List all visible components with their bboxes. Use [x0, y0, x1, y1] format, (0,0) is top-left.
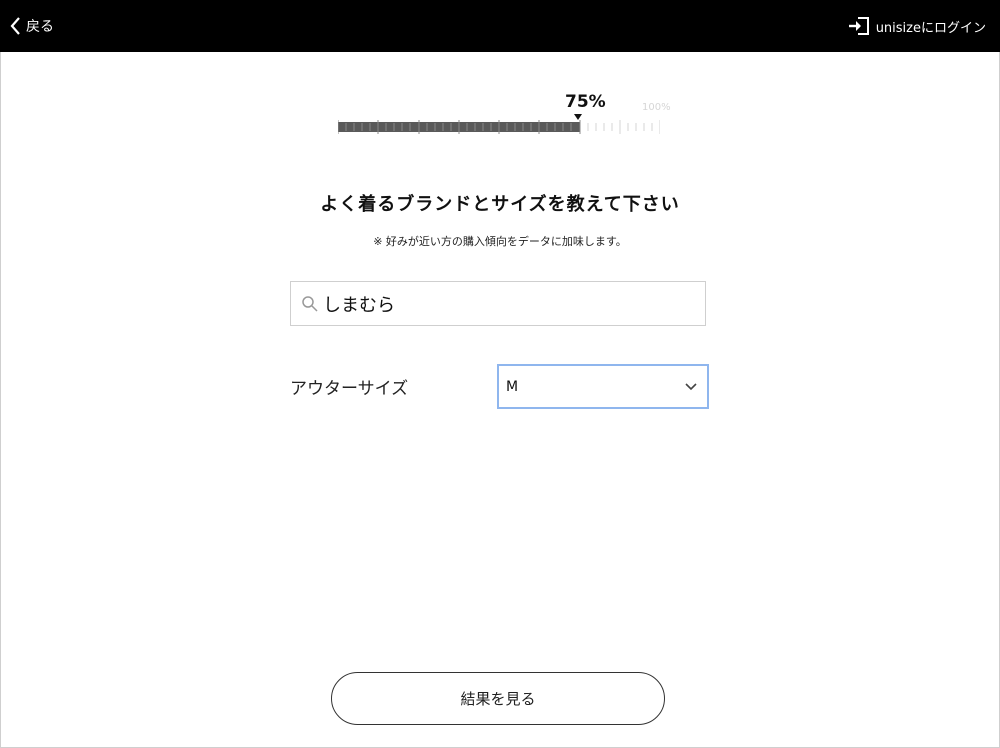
- page-title: よく着るブランドとサイズを教えて下さい: [320, 194, 680, 215]
- show-results-label: 結果を見る: [460, 690, 536, 708]
- outer-size-label: アウターサイズ: [290, 379, 409, 399]
- brand-search-field[interactable]: [290, 281, 706, 326]
- back-label: 戻る: [26, 19, 54, 35]
- search-icon: [302, 295, 318, 312]
- progress-ticks: [338, 120, 660, 134]
- outer-size-select[interactable]: M: [497, 364, 709, 409]
- chevron-down-icon: [685, 382, 697, 390]
- top-bar: 戻る unisizeにログイン: [0, 0, 1000, 52]
- login-icon: [848, 17, 869, 35]
- progress-max-label: 100%: [642, 102, 671, 113]
- brand-search-input[interactable]: [323, 293, 683, 314]
- progress-track: [338, 120, 660, 134]
- progress-percent: 75%: [565, 92, 606, 112]
- back-button[interactable]: 戻る: [10, 0, 54, 52]
- chevron-left-icon: [10, 17, 20, 35]
- login-button[interactable]: unisizeにログイン: [848, 0, 986, 52]
- show-results-button[interactable]: 結果を見る: [331, 672, 665, 725]
- outer-size-value: M: [506, 378, 519, 395]
- progress-indicator: 75% 100%: [338, 92, 678, 142]
- page-note: ※ 好みが近い方の購入傾向をデータに加味します。: [373, 235, 627, 248]
- login-label: unisizeにログイン: [875, 20, 986, 36]
